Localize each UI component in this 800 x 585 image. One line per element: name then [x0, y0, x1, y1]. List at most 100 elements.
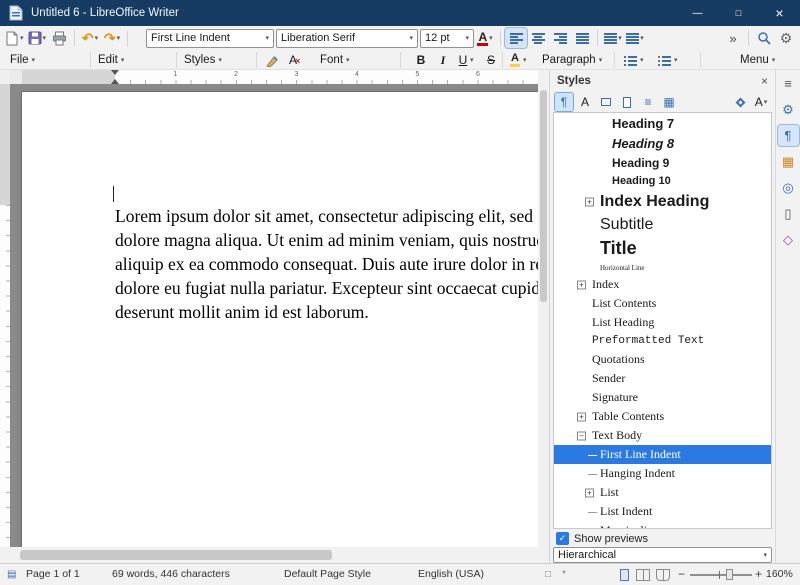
- font-color-button[interactable]: A ▾: [474, 28, 496, 48]
- dropdown-arrow-icon[interactable]: ▾: [266, 35, 270, 42]
- table-styles-tab[interactable]: ▦: [660, 93, 678, 111]
- character-styles-tab[interactable]: A: [576, 93, 594, 111]
- vertical-scrollbar[interactable]: [538, 84, 549, 547]
- fill-format-mode-button[interactable]: [731, 93, 749, 111]
- new-style-from-selection-button[interactable]: A ▾: [752, 93, 770, 111]
- style-item-list-heading[interactable]: List Heading: [554, 313, 771, 332]
- styles-tab[interactable]: ¶: [778, 125, 799, 146]
- style-item-heading-10[interactable]: Heading 10: [554, 172, 771, 190]
- style-item-text-body[interactable]: −Text Body: [554, 426, 771, 445]
- first-line-indent-marker[interactable]: [111, 70, 119, 75]
- clone-formatting-button[interactable]: [266, 50, 279, 70]
- dropdown-arrow-icon[interactable]: ▾: [466, 35, 470, 42]
- align-center-button[interactable]: [527, 28, 549, 48]
- vertical-scrollbar-thumb[interactable]: [540, 90, 547, 302]
- frame-styles-tab[interactable]: [597, 93, 615, 111]
- style-item-hanging-indent[interactable]: Hanging Indent: [554, 464, 771, 483]
- style-item-table-contents[interactable]: +Table Contents: [554, 407, 771, 426]
- text-line[interactable]: aliquip ex ea commodo consequat. Duis au…: [115, 252, 538, 276]
- style-item-subtitle[interactable]: Subtitle: [554, 213, 771, 236]
- show-previews-label[interactable]: Show previews: [574, 533, 648, 545]
- styles-menu[interactable]: Styles▾: [184, 50, 222, 70]
- find-replace-button[interactable]: [753, 28, 775, 48]
- text-line[interactable]: dolore magna aliqua. Ut enim ad minim ve…: [115, 228, 538, 252]
- undo-button[interactable]: ↶ ▾: [79, 28, 101, 48]
- file-menu[interactable]: File▾: [10, 50, 35, 70]
- expand-icon[interactable]: +: [585, 197, 594, 206]
- style-item-list-indent[interactable]: List Indent: [554, 502, 771, 521]
- show-previews-checkbox[interactable]: ✓: [556, 532, 569, 545]
- document-page[interactable]: Lorem ipsum dolor sit amet, consectetur …: [22, 92, 538, 547]
- paragraph-style-combobox[interactable]: First Line Indent ▾: [146, 29, 274, 48]
- style-item-index[interactable]: +Index: [554, 275, 771, 294]
- paragraph-menu[interactable]: Paragraph▾: [542, 50, 602, 70]
- strikethrough-button[interactable]: S: [482, 50, 500, 70]
- style-item-title[interactable]: Title: [554, 236, 771, 261]
- font-menu[interactable]: Font▾: [320, 50, 350, 70]
- style-inspector-tab[interactable]: ◇: [778, 229, 799, 250]
- text-line[interactable]: dolore eu fugiat nulla pariatur. Excepte…: [115, 276, 538, 300]
- italic-button[interactable]: I: [434, 50, 452, 70]
- redo-button[interactable]: ↷ ▾: [101, 28, 123, 48]
- justify-button[interactable]: [571, 28, 593, 48]
- list-styles-tab[interactable]: ≡: [639, 93, 657, 111]
- gallery-tab[interactable]: ▦: [778, 151, 799, 172]
- dropdown-arrow-icon[interactable]: ▾: [410, 35, 414, 42]
- zoom-slider-track[interactable]: [690, 574, 752, 576]
- book-view-button[interactable]: [656, 569, 670, 581]
- zoom-slider-thumb[interactable]: [726, 569, 733, 580]
- properties-tab[interactable]: ⚙: [778, 99, 799, 120]
- expand-icon[interactable]: +: [577, 280, 586, 289]
- page-indicator[interactable]: Page 1 of 1: [26, 564, 80, 585]
- paragraph-styles-tab[interactable]: ¶: [555, 93, 573, 111]
- document-canvas[interactable]: Lorem ipsum dolor sit amet, consectetur …: [10, 84, 538, 547]
- underline-dropdown-icon[interactable]: ▾: [470, 50, 474, 70]
- print-button[interactable]: [48, 28, 70, 48]
- style-item-list-contents[interactable]: List Contents: [554, 294, 771, 313]
- line-spacing-button[interactable]: ▾: [602, 28, 624, 48]
- style-item-quotations[interactable]: Quotations: [554, 350, 771, 369]
- page-format-icon[interactable]: ▤: [7, 564, 16, 585]
- bold-button[interactable]: B: [412, 50, 430, 70]
- page-tab[interactable]: ▯: [778, 203, 799, 224]
- document-text[interactable]: Lorem ipsum dolor sit amet, consectetur …: [115, 204, 538, 324]
- zoom-out-button[interactable]: −: [678, 564, 685, 585]
- maximize-button[interactable]: □: [718, 0, 759, 26]
- align-right-button[interactable]: [549, 28, 571, 48]
- style-item-list[interactable]: +List: [554, 483, 771, 502]
- font-name-combobox[interactable]: Liberation Serif ▾: [276, 29, 418, 48]
- text-line[interactable]: deserunt mollit anim id est laborum.: [115, 300, 538, 324]
- style-item-signature[interactable]: Signature: [554, 388, 771, 407]
- style-item-horizontal-line[interactable]: Horizontal Line: [554, 261, 771, 275]
- horizontal-ruler[interactable]: 123456: [10, 70, 538, 84]
- style-item-heading-9[interactable]: Heading 9: [554, 153, 771, 172]
- text-line[interactable]: Lorem ipsum dolor sit amet, consectetur …: [115, 204, 538, 228]
- collapse-icon[interactable]: −: [577, 431, 586, 440]
- edit-menu[interactable]: Edit▾: [98, 50, 124, 70]
- close-button[interactable]: ×: [759, 0, 800, 26]
- vertical-ruler[interactable]: [0, 84, 10, 547]
- style-item-index-heading[interactable]: +Index Heading: [554, 190, 771, 213]
- horizontal-scrollbar-thumb[interactable]: [20, 550, 332, 560]
- page-styles-tab[interactable]: [618, 93, 636, 111]
- save-button[interactable]: ▾: [26, 28, 49, 48]
- numbering-button[interactable]: ▾: [658, 50, 678, 70]
- word-count[interactable]: 69 words, 446 characters: [112, 564, 230, 585]
- page-style-indicator[interactable]: Default Page Style: [284, 564, 371, 585]
- style-item-sender[interactable]: Sender: [554, 369, 771, 388]
- document-modified-icon[interactable]: *: [562, 564, 566, 585]
- highlight-color-button[interactable]: A ▾: [510, 50, 526, 70]
- zoom-level[interactable]: 160%: [766, 564, 793, 585]
- style-item-preformatted-text[interactable]: Preformatted Text: [554, 332, 771, 350]
- style-filter-combobox[interactable]: Hierarchical ▾: [553, 547, 772, 563]
- new-document-button[interactable]: ▾: [3, 28, 26, 48]
- settings-button[interactable]: ⚙: [775, 28, 797, 48]
- paragraph-spacing-button[interactable]: ▾: [624, 28, 646, 48]
- selection-mode-icon[interactable]: □: [545, 564, 551, 585]
- dropdown-arrow-icon[interactable]: ▾: [763, 552, 767, 559]
- multi-page-view-button[interactable]: [636, 569, 650, 581]
- expand-icon[interactable]: +: [585, 488, 594, 497]
- minimize-button[interactable]: —: [677, 0, 718, 26]
- zoom-in-button[interactable]: +: [755, 564, 762, 585]
- style-item-heading-7[interactable]: Heading 7: [554, 113, 771, 133]
